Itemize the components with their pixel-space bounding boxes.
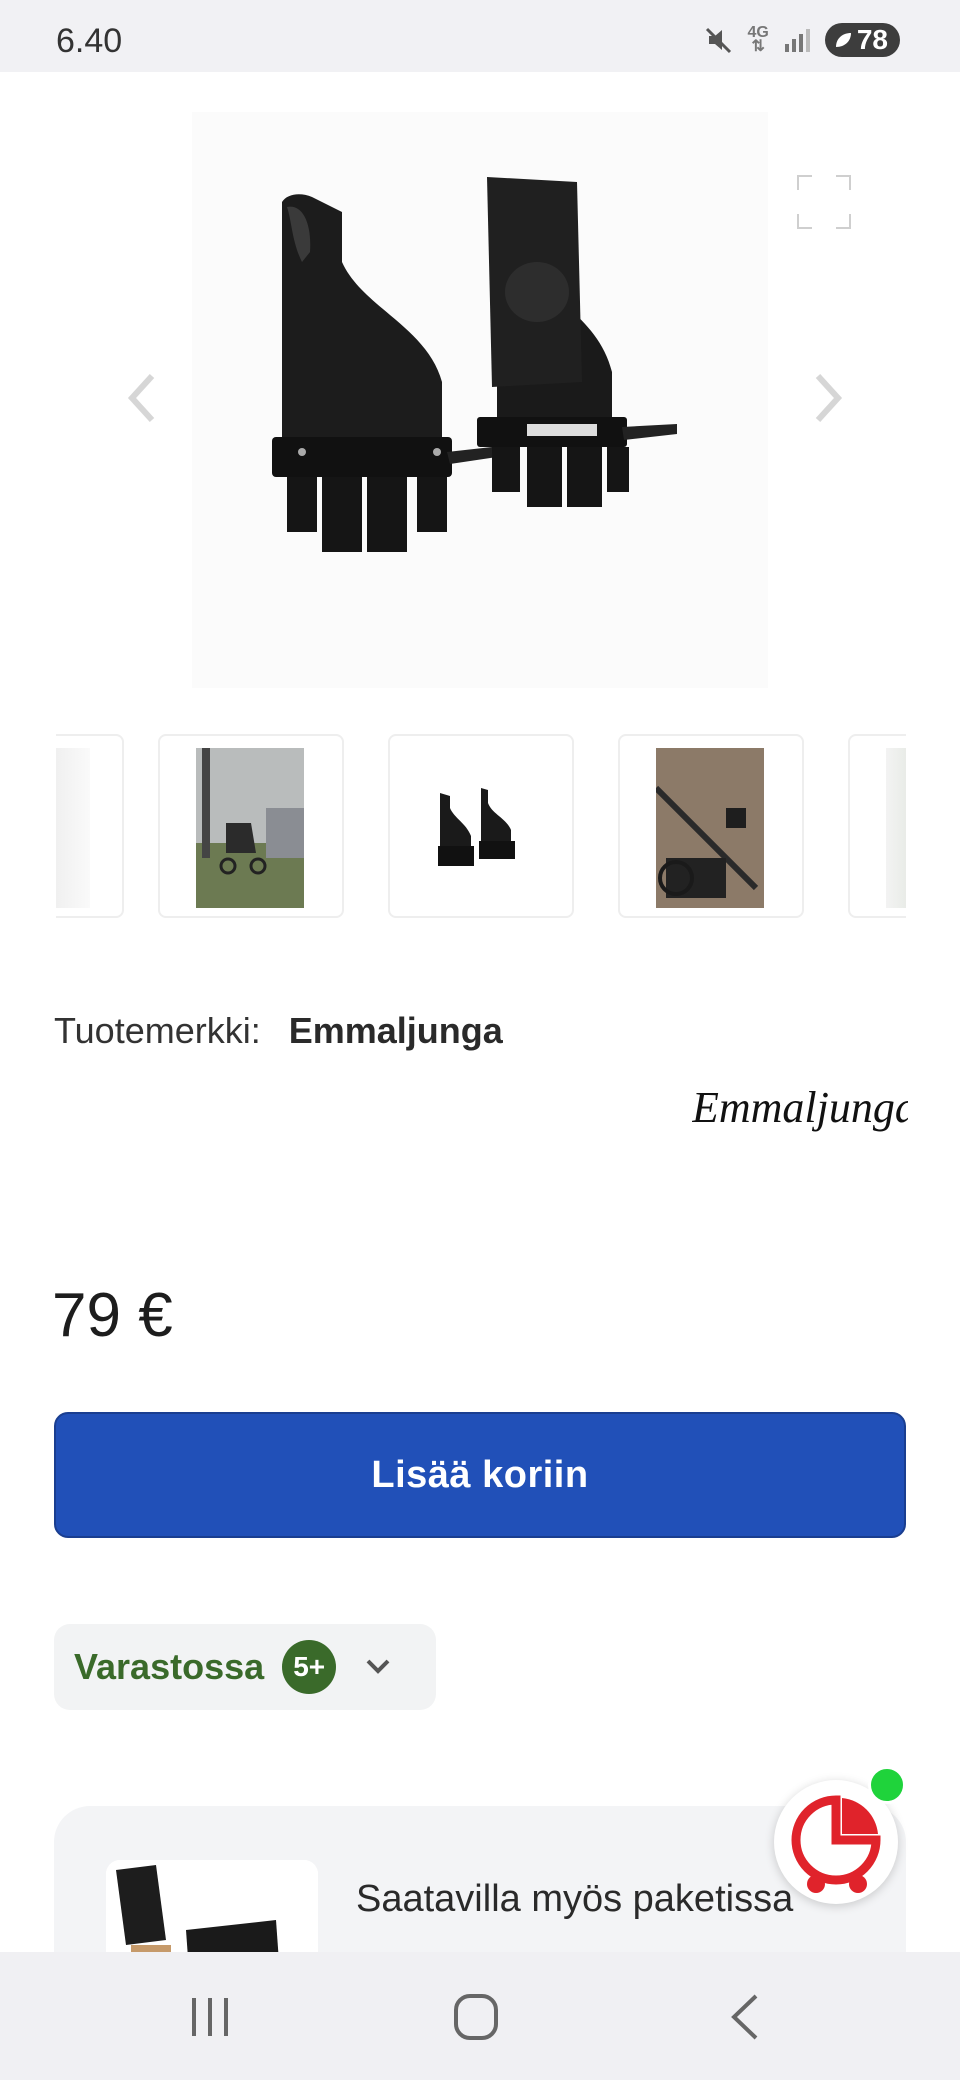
product-price: 79 € (52, 1281, 173, 1350)
brand-label: Tuotemerkki: (54, 1010, 261, 1051)
chevron-left-icon[interactable] (120, 368, 164, 428)
home-icon[interactable] (446, 1992, 506, 2042)
thumbnail-image (426, 748, 534, 908)
thumbnail-strip (56, 734, 906, 920)
stock-count-badge: 5+ (282, 1640, 337, 1694)
expand-icon[interactable] (792, 170, 856, 234)
network-arrows: ⇅ (751, 38, 765, 55)
back-icon[interactable] (716, 1992, 776, 2042)
product-gallery (0, 72, 960, 712)
stock-label: Varastossa (74, 1646, 265, 1687)
thumbnail-image (56, 748, 90, 908)
status-time: 6.40 (56, 22, 123, 60)
adapter-image (272, 177, 677, 552)
mute-icon (705, 27, 731, 54)
brand-name-link[interactable]: Emmaljunga (289, 1010, 503, 1052)
recent-apps-icon[interactable] (180, 1992, 240, 2042)
product-main-image[interactable] (192, 112, 768, 688)
add-to-cart-button[interactable]: Lisää koriin (54, 1412, 906, 1538)
thumbnail-partial-right[interactable] (848, 734, 906, 918)
brand-logo[interactable]: Emmaljunga (692, 1076, 908, 1146)
battery-icon: 78 (824, 23, 900, 57)
chevron-right-icon[interactable] (806, 368, 850, 428)
thumbnail-adapters[interactable] (388, 734, 574, 918)
brand-logo-text: Emmaljunga (692, 1083, 908, 1132)
status-icons: 4G ⇅ 78 (704, 23, 900, 57)
thumbnail-image (656, 748, 764, 908)
thumbnail-image (196, 748, 304, 908)
thumbnail-stroller-frame[interactable] (618, 734, 804, 918)
thumbnail-stroller-outdoors[interactable] (158, 734, 344, 918)
signal-icon (784, 29, 810, 52)
network-4g-icon: 4G ⇅ (748, 25, 769, 55)
system-nav-bar (0, 1952, 960, 2080)
chevron-down-icon (366, 1659, 390, 1674)
leaf-icon (835, 33, 851, 47)
online-indicator (868, 1766, 906, 1804)
battery-level: 78 (856, 24, 888, 55)
thumbnail-image (886, 748, 906, 908)
brand-row: Tuotemerkki: Emmaljunga (54, 1010, 503, 1052)
thumbnail-partial-left[interactable] (56, 734, 124, 918)
status-bar: 6.40 4G ⇅ 78 (0, 0, 960, 72)
stock-status-dropdown[interactable]: Varastossa 5+ (54, 1624, 436, 1710)
package-text: Saatavilla myös paketissa (356, 1878, 794, 1920)
